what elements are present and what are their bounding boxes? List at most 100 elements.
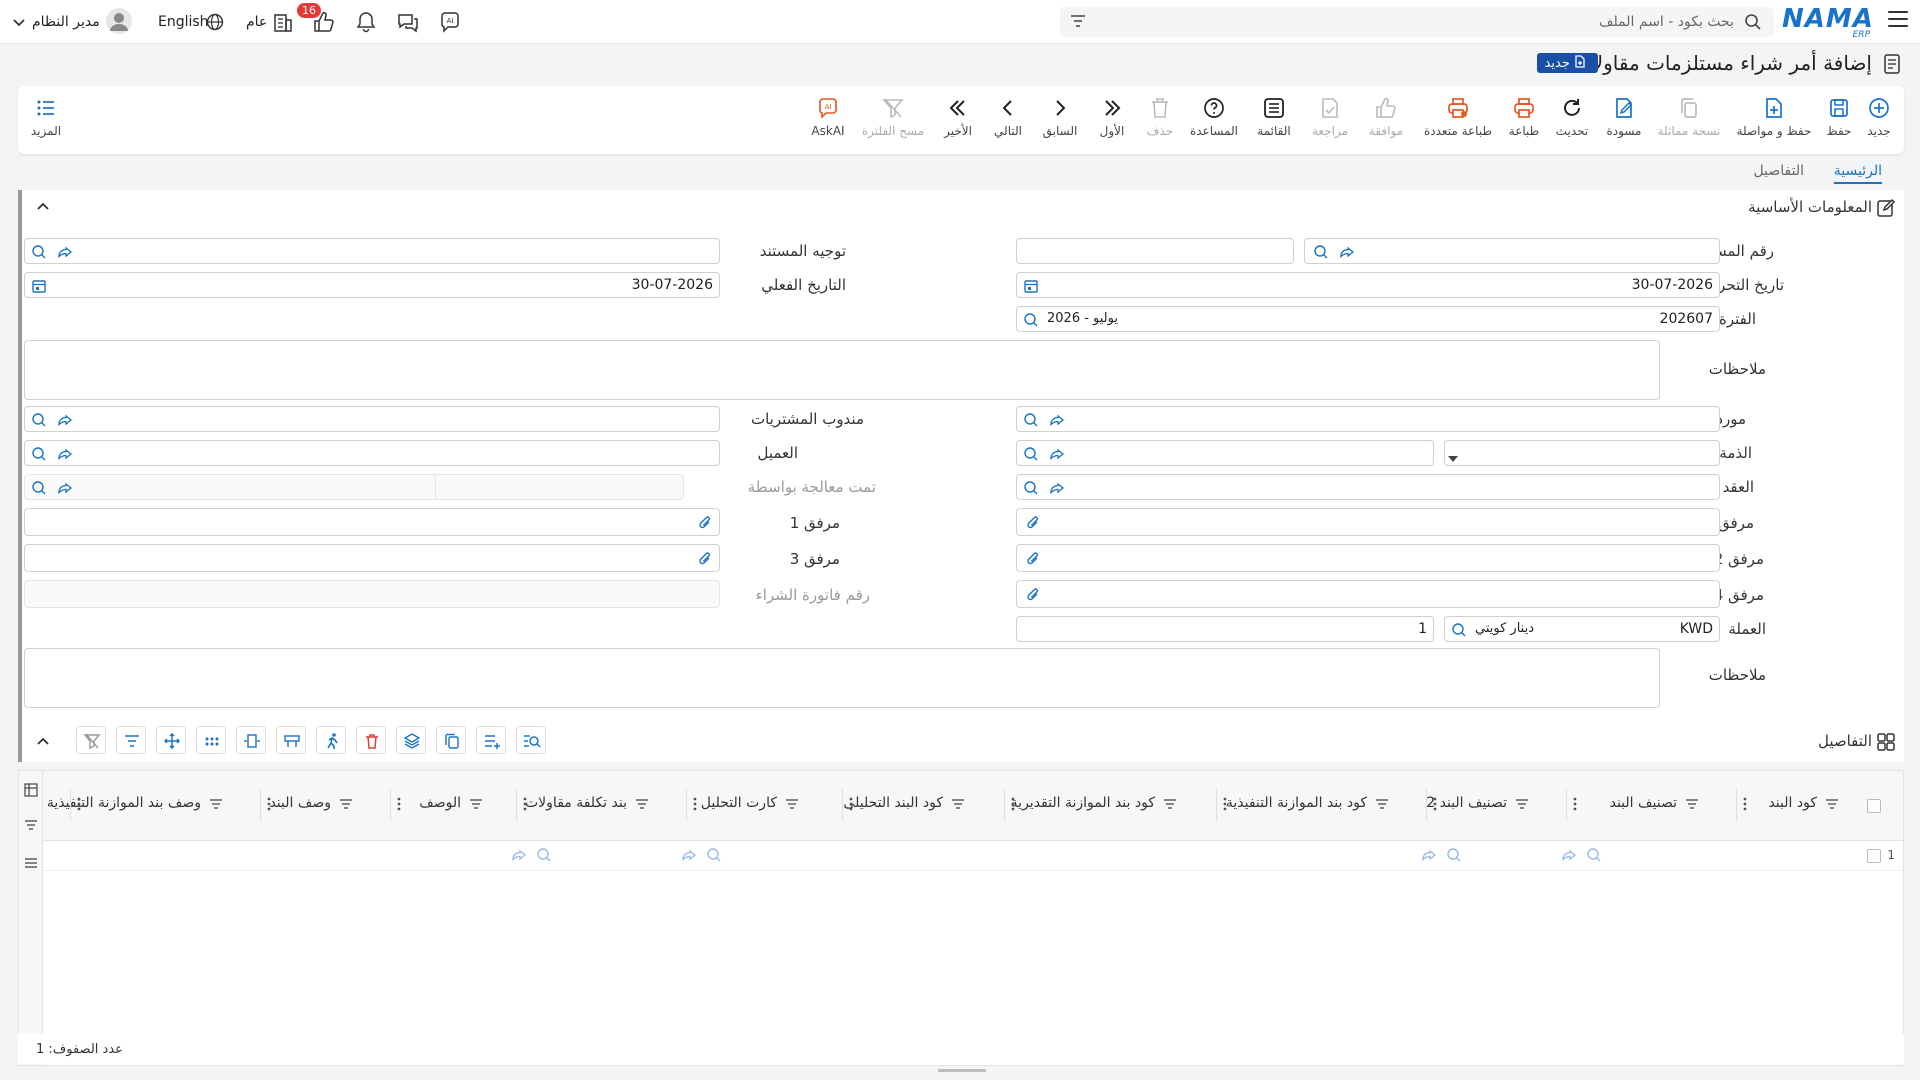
column-filter-icon[interactable] [1825,798,1839,814]
notes2-textarea[interactable] [24,648,1660,708]
bell-icon[interactable] [355,10,377,38]
column-header[interactable]: وصف البند [269,795,331,811]
first-button[interactable]: الأول [1094,96,1130,146]
language-switch[interactable]: English [158,14,209,30]
collapse-icon[interactable] [36,734,50,750]
share-icon[interactable] [1339,244,1355,264]
column-menu-icon[interactable] [397,797,401,815]
doc-number-field[interactable] [1304,238,1720,264]
column-filter-icon[interactable] [469,798,483,814]
column-separator[interactable] [260,789,261,821]
collapse-icon[interactable] [36,199,50,215]
help-button[interactable]: المساعدة [1188,96,1240,146]
share-icon[interactable] [1049,412,1065,432]
copy-row-button[interactable] [436,726,466,754]
column-menu-icon[interactable] [523,797,527,815]
column-menu-icon[interactable] [1011,797,1015,815]
column-separator[interactable] [1216,789,1217,821]
column-filter-icon[interactable] [339,798,353,814]
search-lookup-icon[interactable] [1023,412,1039,432]
attachment-field[interactable] [1016,508,1720,536]
purchase-rep-field[interactable] [24,406,720,432]
liability-field[interactable] [1016,440,1434,466]
share-icon[interactable] [57,446,73,466]
column-menu-icon[interactable] [1743,797,1747,815]
menu-icon[interactable] [1888,11,1908,27]
column-menu-icon[interactable] [77,797,81,815]
paperclip-icon[interactable] [1025,550,1041,572]
run-button[interactable] [316,726,346,754]
column-filter-icon[interactable] [1375,798,1389,814]
approve-button[interactable]: موافقة [1364,96,1408,146]
column-header[interactable]: كارت التحليل [701,795,777,811]
tab-details[interactable]: التفاصيل [1754,163,1804,179]
filter-icon[interactable] [24,819,38,835]
next-button[interactable]: التالي [988,96,1028,146]
column-filter-icon[interactable] [209,798,223,814]
layers-button[interactable] [396,726,426,754]
doc-direction-field[interactable] [24,238,720,264]
share-icon[interactable] [1049,480,1065,500]
column-header[interactable]: تصنيف البند [1610,795,1677,811]
paperclip-icon[interactable] [1025,514,1041,536]
clear-filter-button[interactable]: مسح الفلترة [858,96,928,146]
building-icon[interactable] [272,10,294,38]
share-icon[interactable] [57,244,73,264]
multi-print-button[interactable]: طباعة متعددة [1422,96,1494,146]
column-menu-icon[interactable] [1573,797,1577,815]
calendar-icon[interactable] [1023,278,1039,298]
column-separator[interactable] [686,789,687,821]
column-separator[interactable] [842,789,843,821]
add-row-button[interactable] [476,726,506,754]
filter-icon[interactable] [1070,14,1086,32]
delete-button[interactable]: حذف [1144,96,1176,146]
review-button[interactable]: مراجعة [1308,96,1352,146]
column-filter-icon[interactable] [951,798,965,814]
list-button[interactable]: القائمة [1252,96,1296,146]
search-lookup-icon[interactable] [1313,244,1329,264]
column-filter-icon[interactable] [1515,798,1529,814]
column-header[interactable]: الوصف [419,795,461,811]
resize-handle[interactable] [938,1069,986,1072]
dots-grid-button[interactable] [196,726,226,754]
attachment3-field[interactable] [24,544,720,572]
contract-field[interactable] [1016,474,1720,500]
actual-date-field[interactable]: 30-07-2026 [24,272,720,298]
edit-date-field[interactable]: 30-07-2026 [1016,272,1720,298]
tab-main[interactable]: الرئيسية [1833,163,1882,184]
search-lookup-icon[interactable] [31,244,47,264]
general-label[interactable]: عام [246,14,267,30]
search-lookup-icon[interactable] [1023,312,1039,332]
column-header[interactable]: كود البند [1768,795,1817,811]
menu-lines-icon[interactable] [24,857,38,873]
share-icon[interactable] [57,412,73,432]
column-separator[interactable] [1736,789,1737,821]
column-menu-icon[interactable] [693,797,697,815]
fit-columns-button[interactable] [236,726,266,754]
column-separator[interactable] [390,789,391,821]
column-menu-icon[interactable] [849,797,853,815]
search-lookup-icon[interactable] [1023,480,1039,500]
notes-textarea[interactable] [24,340,1660,400]
share-icon[interactable] [57,480,73,500]
currency-field[interactable]: KWD دينار كويتي [1444,616,1720,642]
search-lookup-icon[interactable] [31,446,47,466]
processed-by-select[interactable] [410,474,684,500]
attachment1-field[interactable] [24,508,720,536]
period-field[interactable]: 202607 2026 - يوليو [1016,306,1720,332]
column-separator[interactable] [1566,789,1567,821]
user-name[interactable]: مدير النظام [32,14,100,30]
move-button[interactable] [156,726,186,754]
paperclip-icon[interactable] [1025,586,1041,608]
column-separator[interactable] [1004,789,1005,821]
table-row[interactable]: 1 [43,841,1903,871]
column-filter-icon[interactable] [1163,798,1177,814]
column-menu-icon[interactable] [267,797,271,815]
attachment4-field[interactable] [1016,580,1720,608]
currency-rate-field[interactable]: 1 [1016,616,1434,642]
table-settings-button[interactable] [276,726,306,754]
liability-type-select[interactable] [1444,440,1720,466]
search-lookup-icon[interactable] [31,412,47,432]
column-separator[interactable] [516,789,517,821]
search-box[interactable]: بحث بكود - اسم الملف [1060,7,1774,37]
